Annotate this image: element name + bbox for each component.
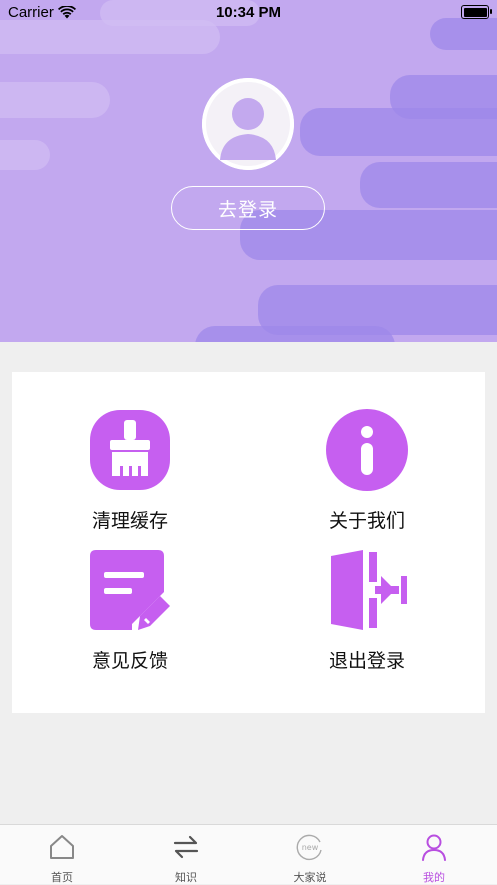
status-time: 10:34 PM bbox=[215, 4, 282, 21]
logout-door-icon bbox=[331, 550, 407, 630]
avatar[interactable] bbox=[202, 78, 294, 170]
menu-item-label: 意见反馈 bbox=[91, 650, 168, 672]
menu-item-label: 清理缓存 bbox=[91, 510, 168, 532]
tab-knowledge[interactable]: 知识 bbox=[146, 833, 226, 885]
swap-arrows-icon bbox=[173, 835, 199, 859]
tab-discussion[interactable]: new 大家说 bbox=[270, 833, 350, 885]
menu-item-logout[interactable]: 退出登录 bbox=[287, 548, 447, 673]
menu-item-label: 退出登录 bbox=[328, 650, 405, 672]
status-bar: Carrier 10:34 PM bbox=[0, 0, 497, 26]
default-avatar-icon bbox=[202, 78, 294, 170]
menu-item-about[interactable]: 关于我们 bbox=[287, 408, 447, 533]
menu-item-clear-cache[interactable]: 清理缓存 bbox=[50, 408, 210, 533]
decor-streak bbox=[360, 162, 497, 208]
home-icon bbox=[50, 835, 74, 859]
decor-streak bbox=[0, 82, 110, 118]
tab-mine[interactable]: 我的 bbox=[394, 833, 474, 885]
broom-icon bbox=[90, 410, 170, 490]
info-icon bbox=[326, 409, 408, 491]
menu-card: 清理缓存 关于我们 意见反馈 退出登录 bbox=[12, 372, 485, 713]
battery-icon bbox=[461, 5, 492, 19]
decor-streak bbox=[300, 108, 497, 156]
feedback-edit-icon bbox=[90, 550, 170, 630]
svg-text:new: new bbox=[302, 843, 319, 852]
decor-streak bbox=[195, 326, 395, 342]
menu-item-label: 关于我们 bbox=[328, 510, 405, 532]
menu-item-feedback[interactable]: 意见反馈 bbox=[50, 548, 210, 673]
new-badge-icon: new bbox=[296, 834, 322, 861]
tab-bar: 首页 知识 new 大家说 我的 bbox=[0, 824, 497, 884]
profile-header: Carrier 10:34 PM 去登录 bbox=[0, 0, 497, 342]
tab-home[interactable]: 首页 bbox=[22, 833, 102, 885]
user-icon bbox=[422, 834, 446, 861]
login-button[interactable]: 去登录 bbox=[171, 186, 325, 230]
decor-streak bbox=[0, 140, 50, 170]
